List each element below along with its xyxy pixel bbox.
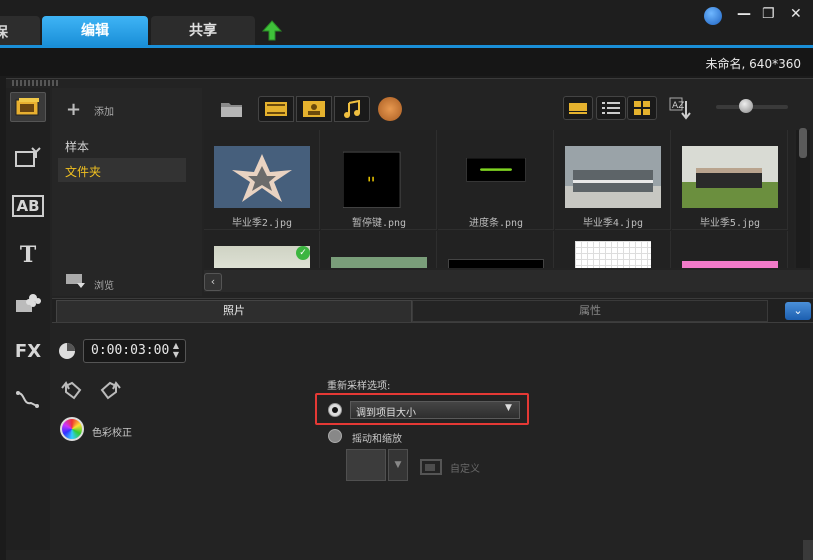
- photo-icon: [303, 101, 325, 117]
- sort-icon[interactable]: AZ: [669, 97, 693, 121]
- tab-photo[interactable]: 照片: [56, 300, 412, 322]
- transition-tool-button[interactable]: [10, 142, 46, 172]
- grid-view-icon: [634, 101, 650, 115]
- add-plus-icon[interactable]: +: [66, 99, 81, 120]
- browse-icon[interactable]: [65, 273, 87, 289]
- library-horizontal-scrollbar[interactable]: [204, 270, 813, 292]
- panel-grip[interactable]: [12, 80, 58, 86]
- music-note-icon: [344, 100, 360, 118]
- pan-zoom-preset-dropdown: ▼: [388, 449, 408, 481]
- fx-tool-icon: FX: [14, 340, 42, 362]
- maximize-button[interactable]: ❐: [762, 6, 775, 22]
- item-name: 进度条.png: [468, 218, 524, 229]
- filter-photo-button[interactable]: [296, 96, 332, 122]
- path-icon: [16, 391, 39, 408]
- library-item[interactable]: 毕业季4.jpg: [555, 130, 671, 230]
- library-scroll-thumb[interactable]: [799, 128, 807, 158]
- checkmark-icon: ✓: [296, 246, 310, 260]
- resample-radio[interactable]: [328, 403, 342, 417]
- title-tool-button[interactable]: AB: [10, 191, 46, 221]
- folder-sample[interactable]: 样本: [65, 138, 89, 155]
- thumbnail-pause-key: [343, 151, 401, 208]
- library-item[interactable]: 毕业季2.jpg: [204, 130, 320, 230]
- resize-grip[interactable]: [803, 540, 813, 560]
- folder-files[interactable]: 文件夹: [65, 163, 101, 180]
- filter-video-button[interactable]: [258, 96, 294, 122]
- pan-zoom-preset: [346, 449, 386, 481]
- library-thumbnails: 毕业季2.jpg 暂停键.png 进度条.png 毕业季4.jpg 毕业季5.j…: [204, 130, 794, 268]
- rotate-left-icon[interactable]: [60, 380, 86, 402]
- view-strip-button[interactable]: [563, 96, 593, 120]
- tab-label: 保: [0, 25, 8, 41]
- path-tool-button[interactable]: [10, 384, 46, 414]
- library-item[interactable]: [438, 231, 554, 268]
- media-icon: [15, 98, 39, 116]
- tab-share[interactable]: 共享: [151, 16, 255, 46]
- resample-options-title: 重新采样选项:: [327, 381, 391, 392]
- project-info: 未命名, 640*360: [705, 57, 801, 71]
- library-item[interactable]: 毕业季5.jpg: [672, 130, 788, 230]
- thumbnail-hands-star: [214, 146, 310, 208]
- tab-attributes[interactable]: 属性: [412, 300, 768, 322]
- thumbnail-graduates-steps: [565, 146, 661, 208]
- resample-select[interactable]: 调到项目大小: [350, 401, 520, 419]
- library-item[interactable]: [321, 231, 437, 268]
- chevron-down-icon[interactable]: ▼: [505, 403, 512, 413]
- thumbnail-partial: [448, 259, 544, 268]
- view-list-button[interactable]: [596, 96, 626, 120]
- customize-icon: [420, 459, 442, 475]
- folder-open-icon[interactable]: [220, 99, 244, 119]
- item-name: 暂停键.png: [351, 218, 407, 229]
- fx-tool-button[interactable]: FX: [10, 336, 46, 366]
- filter-audio-button[interactable]: [334, 96, 370, 122]
- thumbnail-progress-bar: [466, 158, 526, 182]
- thumbnail-partial: [331, 257, 427, 268]
- thumbnail-partial: [575, 241, 651, 268]
- pan-zoom-label[interactable]: 摇动和缩放: [352, 430, 402, 445]
- help-icon[interactable]: [704, 7, 722, 25]
- color-wheel-icon[interactable]: [60, 417, 84, 441]
- minimize-button[interactable]: —: [737, 6, 751, 22]
- library-item[interactable]: [672, 231, 788, 268]
- library-item[interactable]: 进度条.png: [438, 130, 554, 230]
- text-tool-button[interactable]: T: [10, 240, 46, 270]
- list-view-icon: [602, 102, 620, 114]
- library-item[interactable]: 暂停键.png: [321, 130, 437, 230]
- library-item[interactable]: [555, 231, 671, 268]
- browse-label[interactable]: 浏览: [94, 277, 114, 292]
- color-correction-label[interactable]: 色彩校正: [92, 424, 132, 439]
- rotate-right-icon[interactable]: [96, 380, 122, 402]
- library-item[interactable]: ✓: [204, 231, 320, 268]
- customize-label: 自定义: [450, 464, 480, 475]
- tab-edit[interactable]: 编辑: [42, 16, 148, 46]
- duration-stepper[interactable]: ▲ ▼: [170, 341, 182, 361]
- thumbnail-partial: [682, 261, 778, 268]
- transition-icon: [15, 147, 41, 167]
- item-name: 毕业季5.jpg: [699, 218, 761, 229]
- pan-zoom-radio[interactable]: [328, 429, 342, 443]
- clock-icon: [59, 343, 75, 359]
- media-tool-button[interactable]: [10, 92, 46, 122]
- close-button[interactable]: ✕: [790, 6, 802, 22]
- view-grid-button[interactable]: [627, 96, 657, 120]
- filter-online-icon[interactable]: [378, 97, 402, 121]
- text-tool-icon: T: [19, 242, 37, 268]
- collapse-options-button[interactable]: ⌄: [785, 302, 811, 320]
- graphic-tool-button[interactable]: [10, 287, 46, 317]
- item-name: 毕业季4.jpg: [582, 218, 644, 229]
- thumbnail-zoom-handle[interactable]: [739, 99, 753, 113]
- svg-text:AZ: AZ: [672, 101, 684, 111]
- project-bar: [0, 48, 813, 76]
- item-name: 毕业季2.jpg: [231, 218, 293, 229]
- flower-icon: [16, 294, 41, 312]
- title-tool-icon: AB: [12, 195, 44, 217]
- add-folder-label[interactable]: 添加: [94, 103, 114, 118]
- thumbnail-graduates-lawn: [682, 146, 778, 208]
- upload-arrow-icon[interactable]: [262, 20, 282, 42]
- strip-view-icon: [569, 103, 587, 114]
- film-icon: [265, 102, 287, 116]
- tab-capture-stub[interactable]: 保: [0, 16, 40, 46]
- scroll-left-button[interactable]: ‹: [204, 273, 222, 291]
